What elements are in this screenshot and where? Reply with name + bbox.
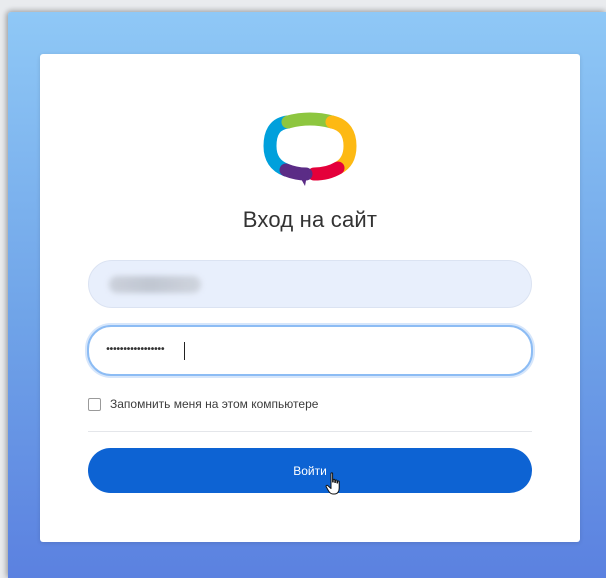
speech-bubble-logo-icon	[262, 106, 358, 190]
password-value: •••••••••••••••••	[105, 344, 166, 355]
divider	[88, 431, 532, 432]
remember-me-label[interactable]: Запомнить меня на этом компьютере	[110, 397, 318, 411]
username-value-obscured	[109, 276, 201, 293]
page-title: Вход на сайт	[242, 207, 378, 232]
login-button[interactable]: Войти	[88, 448, 532, 493]
remember-me-checkbox[interactable]	[88, 397, 101, 411]
remember-me[interactable]: Запомнить меня на этом компьютере	[88, 395, 318, 413]
password-input[interactable]: •••••••••••••••••	[87, 325, 533, 376]
text-caret	[184, 342, 185, 360]
username-input[interactable]	[88, 260, 532, 308]
login-card: Вход на сайт ••••••••••••••••• Запомнить…	[40, 54, 580, 542]
